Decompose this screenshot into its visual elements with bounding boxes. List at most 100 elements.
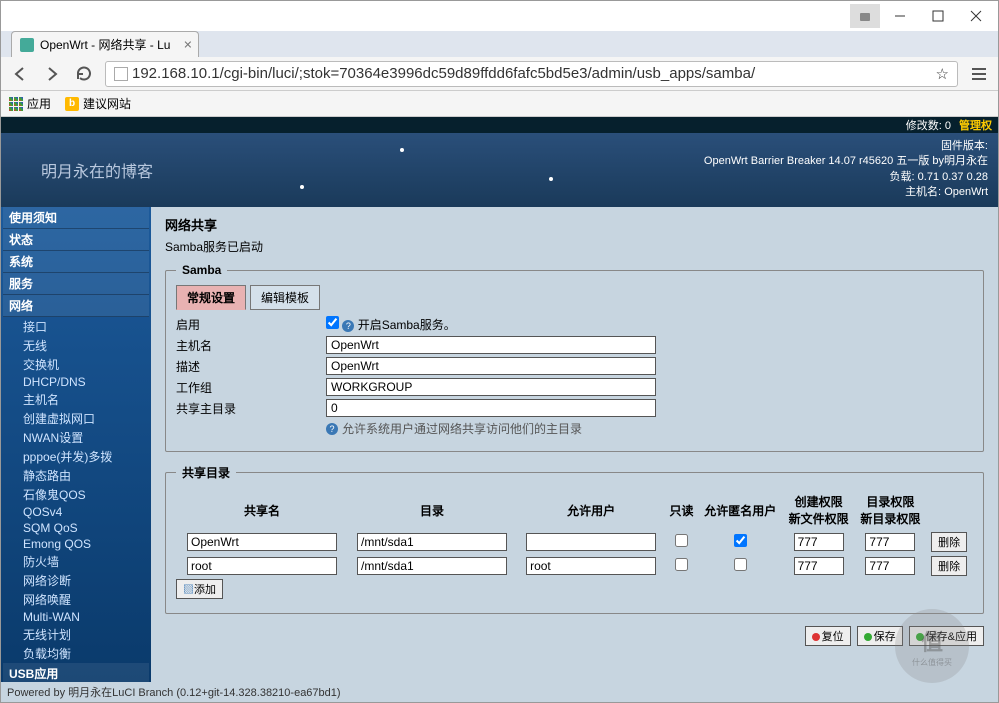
- share-guest-checkbox[interactable]: [734, 558, 747, 571]
- sidebar-item[interactable]: 负载均衡: [3, 644, 149, 663]
- help-icon[interactable]: ?: [342, 320, 354, 332]
- tab-template[interactable]: 编辑模板: [250, 285, 320, 310]
- sidebar-item[interactable]: 网络诊断: [3, 571, 149, 590]
- sidebar-item[interactable]: 静态路由: [3, 466, 149, 485]
- reload-button[interactable]: [73, 63, 95, 85]
- maximize-button[interactable]: [920, 4, 956, 28]
- share-create-input[interactable]: [794, 533, 844, 551]
- share-ro-checkbox[interactable]: [675, 558, 688, 571]
- browser-tabs: OpenWrt - 网络共享 - Lu ✕: [1, 31, 998, 57]
- homes-label: 共享主目录: [176, 400, 326, 417]
- changes-count: 修改数: 0: [906, 117, 951, 133]
- sidebar-item[interactable]: QOSv4: [3, 504, 149, 520]
- sidebar-cat[interactable]: 网络: [3, 295, 149, 317]
- desc-label: 描述: [176, 358, 326, 375]
- close-button[interactable]: [958, 4, 994, 28]
- samba-fieldset: Samba 常规设置 编辑模板 启用 ? 开启Samba服务。 主机名 描: [165, 263, 984, 452]
- sidebar-item[interactable]: 主机名: [3, 390, 149, 409]
- footer: Powered by 明月永在LuCI Branch (0.12+git-14.…: [1, 682, 998, 702]
- url-bar[interactable]: 192.168.10.1/cgi-bin/luci/;stok=70364e39…: [105, 61, 958, 87]
- sidebar-item[interactable]: SQM QoS: [3, 520, 149, 536]
- reset-button[interactable]: 复位: [805, 626, 851, 646]
- sidebar-item[interactable]: 接口: [3, 317, 149, 336]
- form-tabs: 常规设置 编辑模板: [176, 285, 973, 310]
- apps-shortcut[interactable]: 应用: [9, 95, 51, 112]
- enable-label: 启用: [176, 316, 326, 333]
- desc-input[interactable]: [326, 357, 656, 375]
- forward-button[interactable]: [41, 63, 63, 85]
- share-name-input[interactable]: [187, 557, 337, 575]
- share-dir-input[interactable]: [865, 557, 915, 575]
- sidebar-item[interactable]: 创建虚拟网口: [3, 409, 149, 428]
- delete-button[interactable]: 删除: [931, 556, 967, 576]
- page-icon: [114, 67, 128, 81]
- table-row: 删除: [178, 555, 971, 577]
- tab-close-icon[interactable]: ✕: [183, 38, 192, 51]
- hostname-input[interactable]: [326, 336, 656, 354]
- share-ro-checkbox[interactable]: [675, 534, 688, 547]
- sidebar-item[interactable]: 无线计划: [3, 625, 149, 644]
- shares-fieldset: 共享目录 共享名目录允许用户只读允许匿名用户创建权限新文件权限目录权限新目录权限…: [165, 464, 984, 614]
- sidebar-item[interactable]: Multi-WAN: [3, 609, 149, 625]
- menu-button[interactable]: [968, 63, 990, 85]
- url-text: 192.168.10.1/cgi-bin/luci/;stok=70364e39…: [132, 65, 755, 82]
- sidebar-item[interactable]: 防火墙: [3, 552, 149, 571]
- sidebar-item[interactable]: 无线: [3, 336, 149, 355]
- shares-legend: 共享目录: [176, 464, 236, 481]
- share-name-input[interactable]: [187, 533, 337, 551]
- samba-legend: Samba: [176, 263, 227, 277]
- sidebar-cat[interactable]: 状态: [3, 229, 149, 251]
- watermark: 值 什么值得买: [895, 609, 969, 683]
- share-users-input[interactable]: [526, 557, 656, 575]
- sidebar-item[interactable]: NWAN设置: [3, 428, 149, 447]
- sidebar-cat[interactable]: USB应用: [3, 663, 149, 682]
- bookmarks-bar: 应用 b建议网站: [1, 91, 998, 117]
- share-path-input[interactable]: [357, 533, 507, 551]
- share-guest-checkbox[interactable]: [734, 534, 747, 547]
- sidebar-item[interactable]: 交换机: [3, 355, 149, 374]
- header-info: 固件版本: OpenWrt Barrier Breaker 14.07 r456…: [704, 139, 988, 201]
- back-button[interactable]: [9, 63, 31, 85]
- sidebar-item[interactable]: 网络唤醒: [3, 590, 149, 609]
- sidebar-item[interactable]: pppoe(并发)多拨: [3, 447, 149, 466]
- browser-toolbar: 192.168.10.1/cgi-bin/luci/;stok=70364e39…: [1, 57, 998, 91]
- hostname-label: 主机名: [176, 337, 326, 354]
- delete-button[interactable]: 删除: [931, 532, 967, 552]
- star-icon[interactable]: ☆: [936, 65, 949, 83]
- admin-link[interactable]: 管理权: [959, 117, 992, 133]
- help-icon[interactable]: ?: [326, 423, 338, 435]
- table-row: 删除: [178, 531, 971, 553]
- share-path-input[interactable]: [357, 557, 507, 575]
- share-create-input[interactable]: [794, 557, 844, 575]
- sidebar-item[interactable]: Emong QOS: [3, 536, 149, 552]
- minimize-button[interactable]: [882, 4, 918, 28]
- sidebar-cat[interactable]: 系统: [3, 251, 149, 273]
- favicon-icon: [20, 38, 34, 52]
- sidebar-cat[interactable]: 使用须知: [3, 207, 149, 229]
- share-users-input[interactable]: [526, 533, 656, 551]
- page-header: 明月永在的博客 固件版本: OpenWrt Barrier Breaker 14…: [1, 133, 998, 207]
- sidebar-item[interactable]: DHCP/DNS: [3, 374, 149, 390]
- service-status: Samba服务已启动: [165, 238, 984, 255]
- shares-table: 共享名目录允许用户只读允许匿名用户创建权限新文件权限目录权限新目录权限 删除 删…: [176, 489, 973, 579]
- workgroup-label: 工作组: [176, 379, 326, 396]
- sidebar-cat[interactable]: 服务: [3, 273, 149, 295]
- sidebar: 使用须知状态系统服务网络接口无线交换机DHCP/DNS主机名创建虚拟网口NWAN…: [1, 207, 151, 682]
- workgroup-input[interactable]: [326, 378, 656, 396]
- action-bar: 复位 保存 保存&应用: [165, 626, 984, 646]
- sidebar-item[interactable]: 石像鬼QOS: [3, 485, 149, 504]
- content-area: 网络共享 Samba服务已启动 Samba 常规设置 编辑模板 启用 ? 开启S…: [151, 207, 998, 682]
- share-dir-input[interactable]: [865, 533, 915, 551]
- tab-general[interactable]: 常规设置: [176, 285, 246, 310]
- card-icon[interactable]: [850, 4, 880, 28]
- bookmark-item[interactable]: b建议网站: [65, 95, 131, 112]
- status-strip: 修改数: 0 管理权: [1, 117, 998, 133]
- enable-checkbox[interactable]: [326, 316, 339, 329]
- window-titlebar: [1, 1, 998, 31]
- blog-title: 明月永在的博客: [41, 158, 153, 182]
- homes-input[interactable]: [326, 399, 656, 417]
- add-button[interactable]: ▧添加: [176, 579, 223, 599]
- browser-tab[interactable]: OpenWrt - 网络共享 - Lu ✕: [11, 31, 199, 57]
- tab-title: OpenWrt - 网络共享 - Lu: [40, 36, 170, 53]
- page-title: 网络共享: [165, 215, 984, 234]
